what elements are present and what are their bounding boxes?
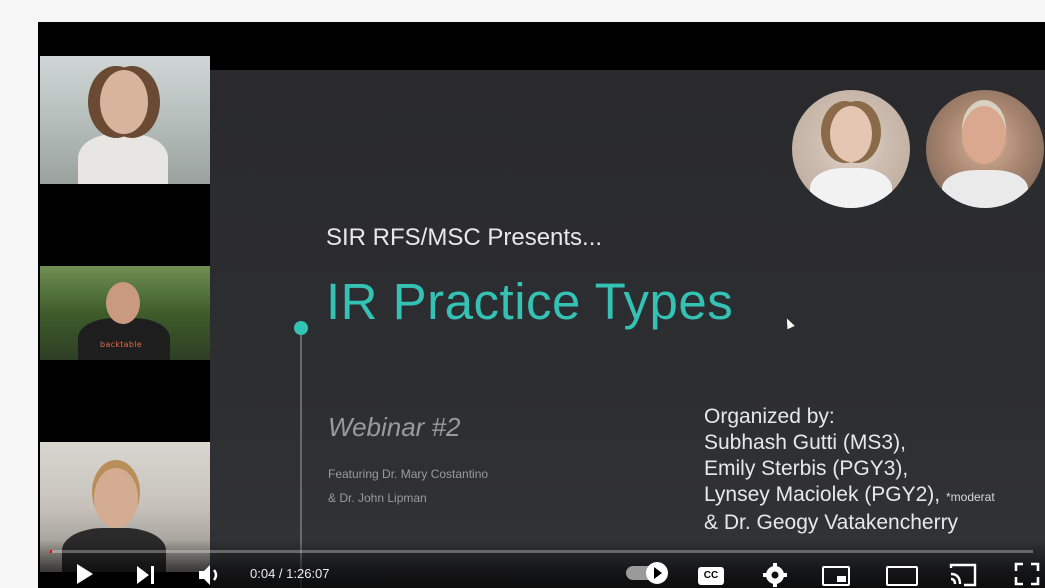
time-display: 0:04 / 1:26:07: [250, 566, 330, 581]
participant-1-body: [78, 134, 168, 184]
volume-icon[interactable]: [196, 562, 224, 588]
slide-title: IR Practice Types: [326, 273, 734, 330]
participant-3-head: [94, 468, 138, 528]
webcam-column: backtable: [38, 22, 210, 588]
presentation-slide: SIR RFS/MSC Presents... IR Practice Type…: [210, 70, 1045, 588]
speaker-photo-2: [926, 90, 1044, 208]
next-icon[interactable]: [134, 564, 158, 586]
organizer-3: Lynsey Maciolek (PGY2),: [704, 483, 941, 506]
organizer-1: Subhash Gutti (MS3),: [704, 431, 906, 454]
subtitles-button[interactable]: CC: [698, 567, 724, 585]
speaker-photo-1: [792, 90, 910, 208]
webcam-tile-2: backtable: [40, 266, 210, 360]
play-icon[interactable]: [72, 562, 96, 586]
featuring-line-2: & Dr. John Lipman: [328, 491, 427, 505]
cast-icon[interactable]: [948, 562, 978, 588]
player-controls: 0:04 / 1:26:07 CC: [38, 540, 1045, 588]
fullscreen-icon[interactable]: [1014, 562, 1040, 586]
organizer-4: & Dr. Geogy Vatakencherry: [704, 511, 959, 534]
shirt-logo-text: backtable: [100, 340, 142, 349]
organized-by-label: Organized by:: [704, 405, 835, 428]
featuring-line-1: Featuring Dr. Mary Costantino: [328, 467, 489, 481]
gear-icon[interactable]: [762, 562, 788, 588]
featuring-text: Featuring Dr. Mary Costantino & Dr. John…: [328, 462, 488, 510]
theater-icon[interactable]: [886, 566, 918, 586]
progress-bar[interactable]: [50, 550, 1033, 553]
webcam-tile-1: [40, 56, 210, 184]
organizer-3-row: Lynsey Maciolek (PGY2), *moderat: [704, 482, 995, 510]
miniplayer-icon[interactable]: [822, 566, 850, 586]
webinar-number: Webinar #2: [328, 412, 461, 442]
participant-2-head: [106, 282, 140, 324]
participant-2-body: [78, 318, 170, 360]
progress-fill: [50, 550, 52, 553]
moderator-note: *moderat: [945, 490, 995, 504]
mouse-cursor: [783, 316, 795, 330]
autoplay-knob: [646, 562, 668, 584]
organizer-2: Emily Sterbis (PGY3),: [704, 457, 909, 480]
autoplay-toggle[interactable]: [626, 562, 668, 584]
video-player[interactable]: backtable SIR RFS/MSC Presents... IR Pra…: [38, 22, 1045, 588]
slide-subtitle: SIR RFS/MSC Presents...: [326, 224, 603, 251]
organizers-block: Organized by: Subhash Gutti (MS3), Emily…: [704, 404, 995, 536]
participant-1-head: [100, 70, 148, 134]
timeline-dot: [294, 321, 308, 335]
